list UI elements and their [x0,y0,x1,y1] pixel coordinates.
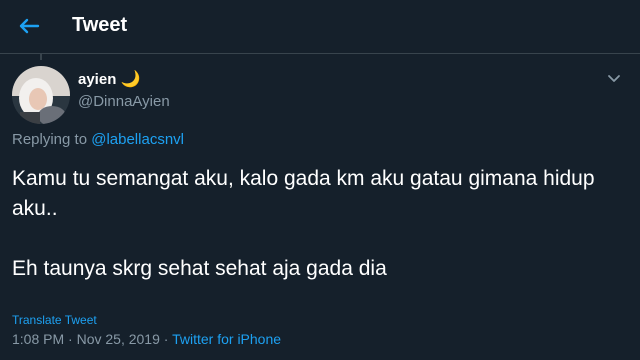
meta-separator: · [159,331,173,347]
avatar[interactable] [12,66,70,124]
replying-to-mention-link[interactable]: @labellacsnvl [91,131,184,148]
tweet-body: Kamu tu semangat aku, kalo gada km aku g… [12,164,622,284]
replying-to-line: Replying to @labellacsnvl [12,131,184,148]
page-title: Tweet [72,14,128,36]
crescent-moon-emoji: 🌙 [120,71,141,88]
tweet-metadata: 1:08 PM · Nov 25, 2019 · Twitter for iPh… [12,331,281,347]
translate-tweet-link[interactable]: Translate Tweet [12,313,97,327]
top-bar: Tweet [0,0,640,54]
tweet-source-link[interactable]: Twitter for iPhone [172,331,281,347]
tweet-time[interactable]: 1:08 PM [12,331,64,347]
meta-separator: · [64,331,77,347]
chevron-down-icon[interactable] [604,68,624,88]
author-display-name[interactable]: ayien 🌙 [78,69,140,89]
thread-connector-line [40,54,42,60]
author-handle[interactable]: @DinnaAyien [78,93,170,110]
replying-to-label: Replying to [12,131,92,148]
back-arrow-icon[interactable] [14,11,44,41]
author-name-text: ayien [78,71,117,88]
tweet-text-paragraph-2: Eh taunya skrg sehat sehat aja gada dia [12,257,387,280]
tweet-text-paragraph-1: Kamu tu semangat aku, kalo gada km aku g… [12,167,595,220]
tweet-date[interactable]: Nov 25, 2019 [77,331,160,347]
